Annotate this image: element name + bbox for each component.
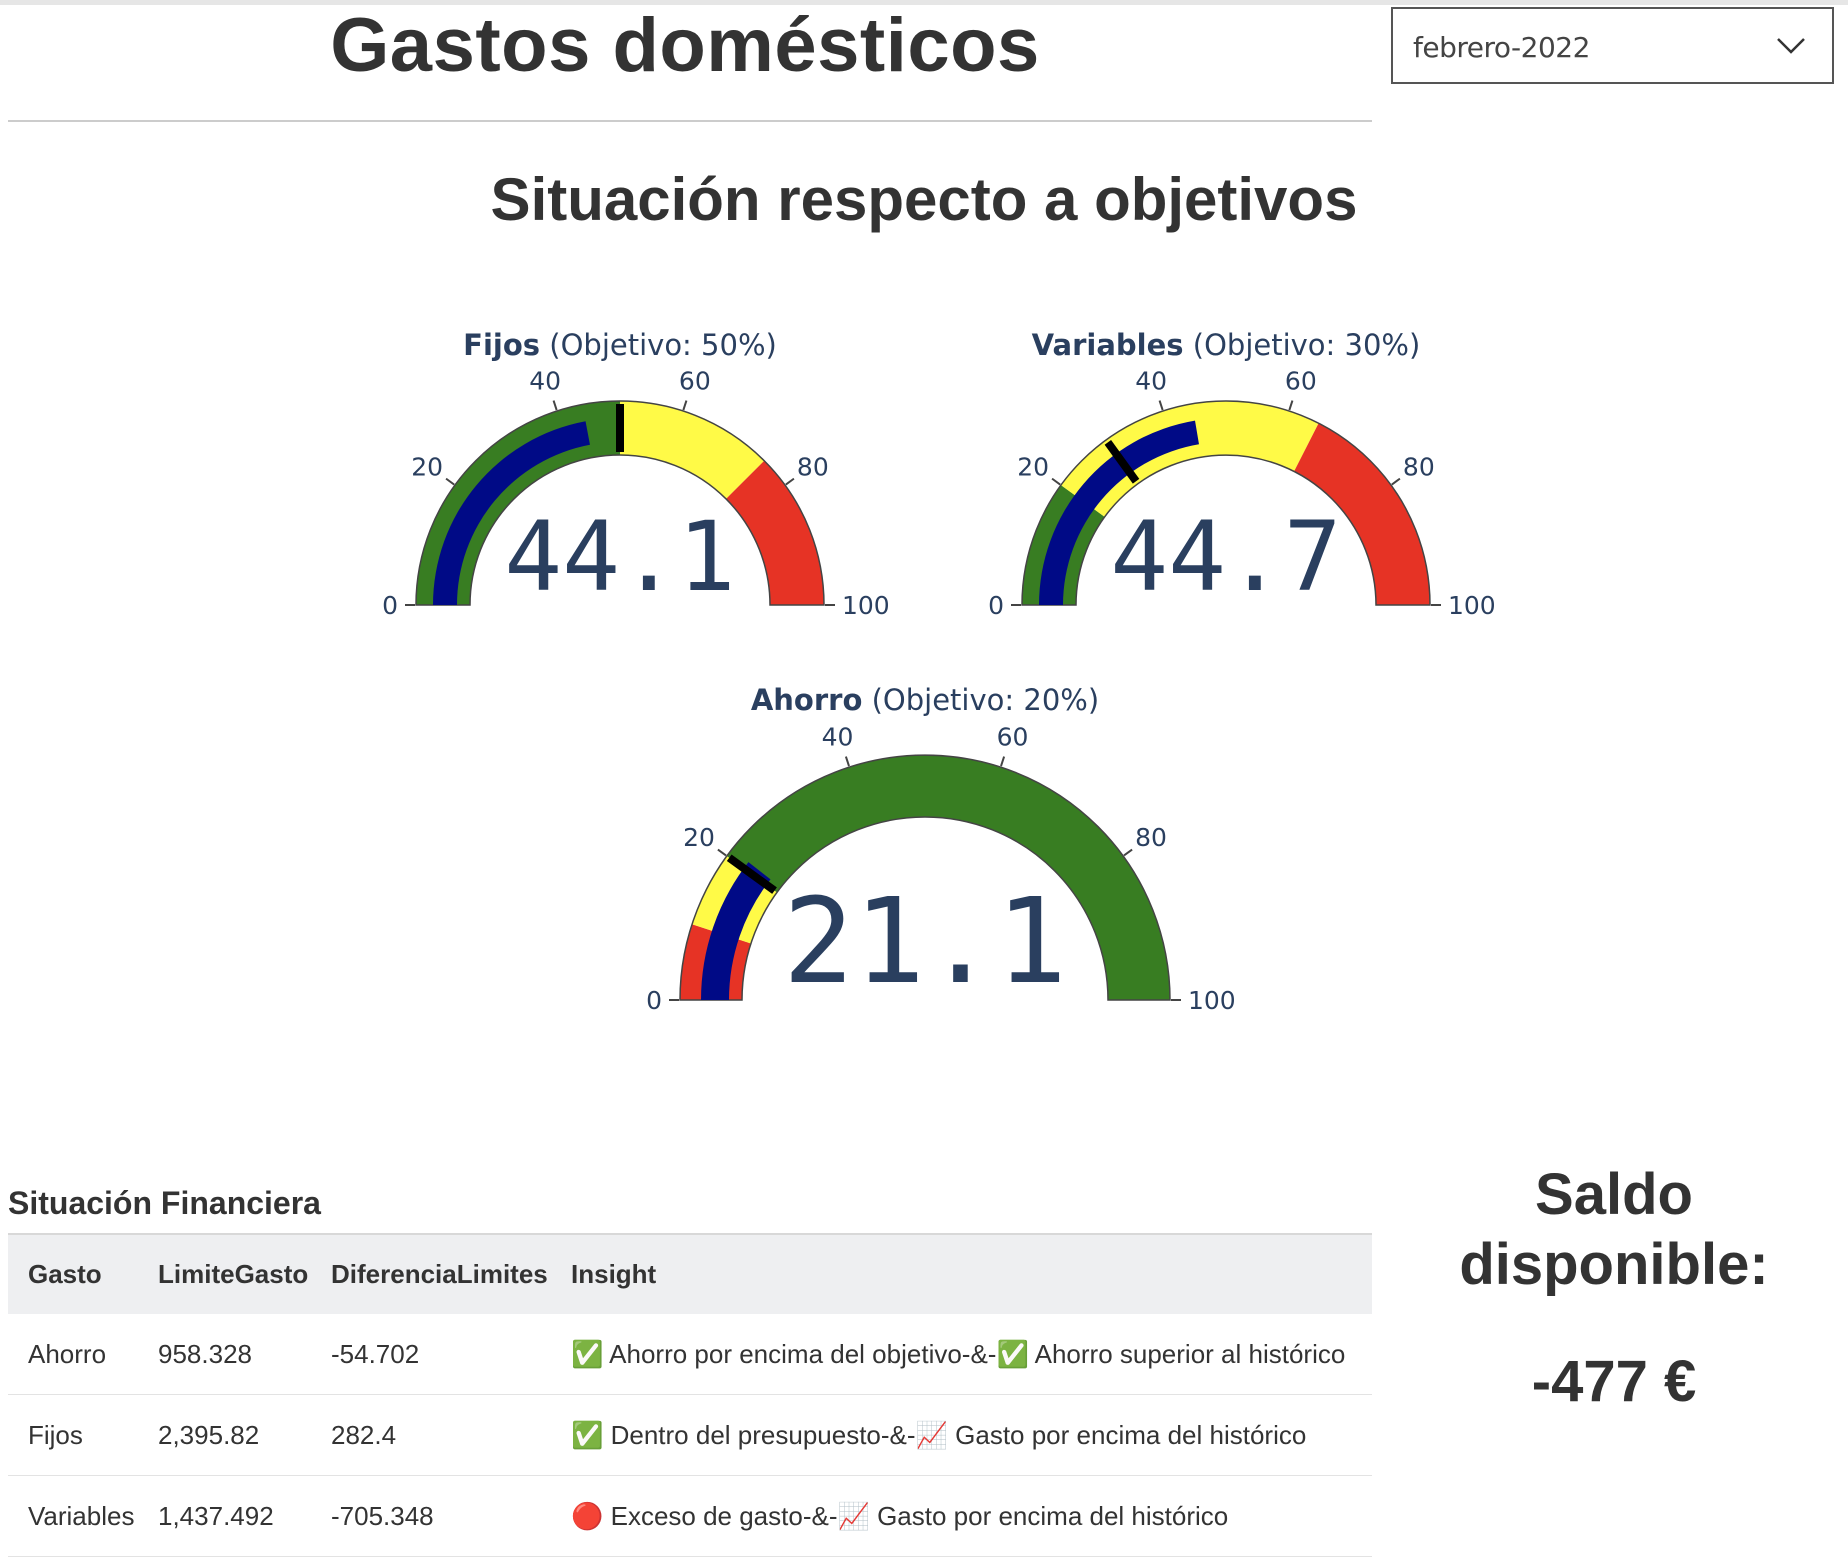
financial-title: Situación Financiera: [8, 1185, 321, 1221]
cell-insight: ✅ Ahorro por encima del objetivo-&-✅ Aho…: [551, 1314, 1372, 1395]
gauge-tick-label: 100: [842, 591, 890, 620]
gauge-tick: [1391, 477, 1401, 486]
gauge-variables: Variables (Objetivo: 30%) 0 20 40 60 80 100 44.…: [988, 328, 1496, 620]
table-header-row: Gasto LimiteGasto DiferenciaLimites Insi…: [8, 1234, 1372, 1314]
gauge-title-target: (Objetivo: 20%): [862, 683, 1099, 717]
cell-diferencia: -705.348: [311, 1475, 551, 1557]
column-header-insight: Insight: [571, 1259, 657, 1289]
gauge-tick: [844, 756, 850, 767]
gauge-title-target: (Objetivo: 50%): [540, 328, 777, 362]
gauge-title: Variables (Objetivo: 30%): [1032, 328, 1421, 362]
cell-limite: 1,437.492: [138, 1475, 311, 1557]
table-row: Ahorro 958.328 -54.702 ✅ Ahorro por enci…: [8, 1314, 1372, 1395]
gauge-title: Fijos (Objetivo: 50%): [463, 328, 777, 362]
column-header-diferencia: DiferenciaLimites: [331, 1259, 548, 1289]
saldo-title: Saldo disponible:: [1459, 1162, 1769, 1297]
column-header-gasto: Gasto: [28, 1259, 102, 1289]
gauge-tick-label: 100: [1188, 986, 1236, 1015]
gauge-tick-label: 60: [997, 723, 1029, 752]
gauge-value-label: 44.7: [1110, 501, 1341, 613]
column-header-limite: LimiteGasto: [158, 1259, 309, 1289]
cell-gasto: Variables: [8, 1475, 138, 1557]
gauge-title: Ahorro (Objetivo: 20%): [751, 683, 1099, 717]
gauge-value-label: 44.1: [504, 501, 735, 613]
gauge-tick-label: 0: [646, 986, 662, 1015]
gauge-tick: [445, 477, 455, 486]
cell-insight: 🔴 Exceso de gasto-&-📈 Gasto por encima d…: [551, 1475, 1372, 1557]
gauge-tick-label: 40: [529, 367, 561, 396]
gauge-title-target: (Objetivo: 30%): [1184, 328, 1421, 362]
gauge-title-name: Fijos: [463, 328, 540, 362]
financial-table: Gasto LimiteGasto DiferenciaLimites Insi…: [8, 1233, 1372, 1557]
gauge-tick-label: 20: [411, 452, 443, 481]
table-row: Variables 1,437.492 -705.348 🔴 Exceso de…: [8, 1475, 1372, 1557]
gauge-tick-label: 0: [988, 591, 1004, 620]
cell-limite: 2,395.82: [138, 1394, 311, 1476]
gauge-tick: [785, 477, 795, 486]
gauge-tick-label: 20: [683, 823, 715, 852]
cell-diferencia: 282.4: [311, 1394, 551, 1476]
gauge-title-name: Ahorro: [751, 683, 863, 717]
gauge-fijos: Fijos (Objetivo: 50%) 0 20 40 60 80 100 44.1: [382, 328, 890, 620]
gauge-tick-label: 80: [1135, 823, 1167, 852]
gauge-tick: [717, 848, 727, 857]
gauge-tick-label: 40: [1135, 367, 1167, 396]
gauges-chart: Fijos (Objetivo: 50%) 0 20 40 60 80 100 44.1 Var…: [382, 328, 1496, 1015]
gauge-tick-label: 80: [1403, 452, 1435, 481]
gauge-tick-label: 100: [1448, 591, 1496, 620]
gauge-ahorro: Ahorro (Objetivo: 20%) 0 20 40 60 80 100 21.1: [646, 683, 1236, 1015]
cell-gasto: Fijos: [8, 1394, 138, 1476]
gauge-tick: [1123, 848, 1133, 857]
cell-limite: 958.328: [138, 1314, 311, 1395]
table-row: Fijos 2,395.82 282.4 ✅ Dentro del presup…: [8, 1394, 1372, 1476]
gauge-tick: [682, 400, 688, 411]
gauge-tick: [1288, 400, 1294, 411]
gauge-tick-label: 0: [382, 591, 398, 620]
gauge-tick-label: 60: [1285, 367, 1317, 396]
gauge-tick-label: 60: [679, 367, 711, 396]
gauge-value-label: 21.1: [783, 872, 1067, 1010]
gauge-tick: [552, 400, 558, 411]
gauge-tick-label: 40: [822, 723, 854, 752]
gauge-title-name: Variables: [1032, 328, 1184, 362]
gauge-tick: [1000, 756, 1006, 767]
saldo-value: -477 €: [1531, 1349, 1697, 1414]
gauge-tick: [1158, 400, 1164, 411]
gauge-tick-label: 20: [1017, 452, 1049, 481]
cell-diferencia: -54.702: [311, 1314, 551, 1395]
gauge-tick: [1051, 477, 1061, 486]
cell-insight: ✅ Dentro del presupuesto-&-📈 Gasto por e…: [551, 1394, 1372, 1476]
gauge-tick-label: 80: [797, 452, 829, 481]
cell-gasto: Ahorro: [8, 1314, 138, 1395]
